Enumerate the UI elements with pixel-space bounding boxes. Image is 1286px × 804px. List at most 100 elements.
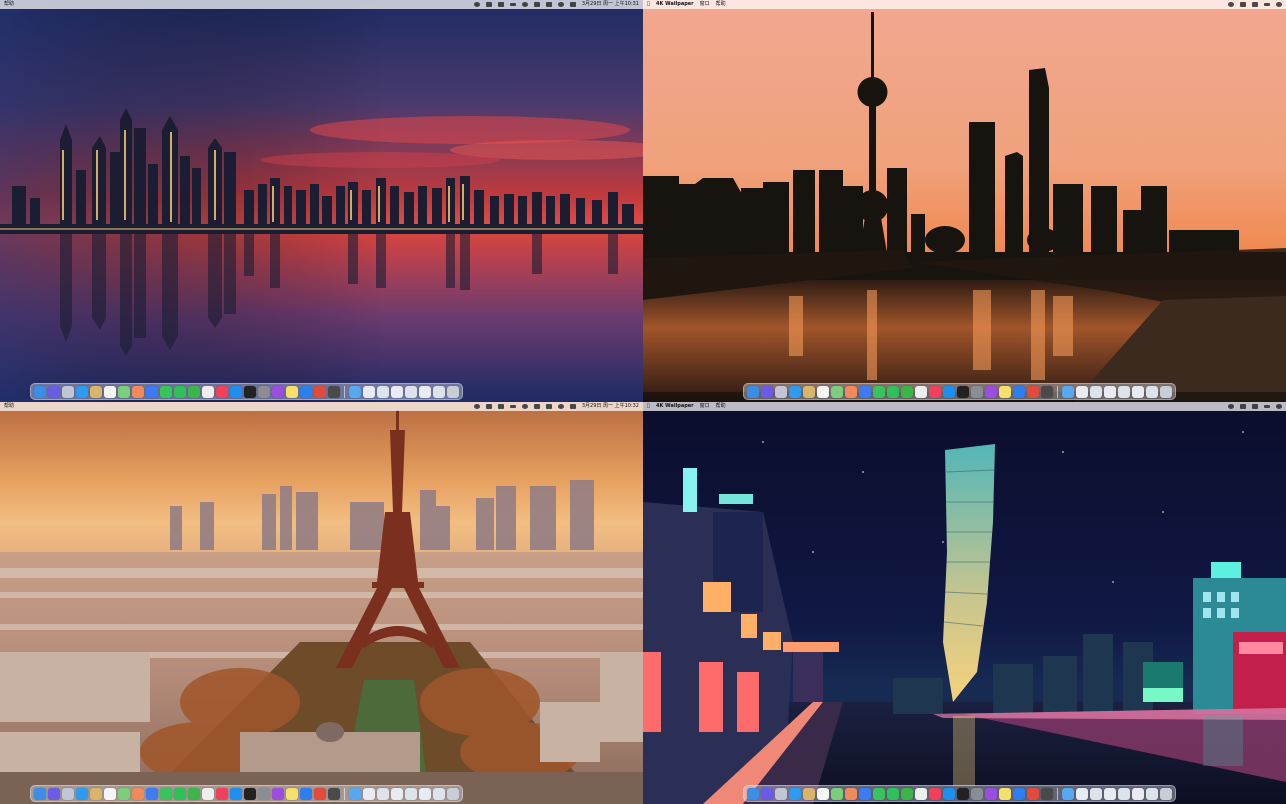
window-thumb-icon[interactable] bbox=[1104, 787, 1116, 800]
volume-icon[interactable] bbox=[1240, 404, 1246, 409]
settings-icon[interactable] bbox=[258, 385, 270, 398]
music-icon[interactable] bbox=[929, 787, 941, 800]
menu-window[interactable]: 窗口 bbox=[700, 0, 710, 9]
input-method-icon[interactable] bbox=[497, 2, 504, 7]
window-thumb-icon[interactable] bbox=[1076, 787, 1088, 800]
podcasts-icon[interactable] bbox=[985, 385, 997, 398]
wifi-icon[interactable] bbox=[1264, 3, 1270, 6]
wifi-icon[interactable] bbox=[509, 3, 516, 6]
trash-icon[interactable] bbox=[1160, 787, 1172, 800]
mail-icon[interactable] bbox=[859, 787, 871, 800]
settings-icon[interactable] bbox=[258, 787, 270, 800]
user-icon[interactable] bbox=[521, 404, 528, 409]
xcode-icon[interactable] bbox=[300, 787, 312, 800]
menu-help[interactable]: 帮助 bbox=[4, 0, 14, 9]
window-thumb-icon[interactable] bbox=[1118, 787, 1130, 800]
reminders-icon[interactable] bbox=[915, 385, 927, 398]
search-icon[interactable] bbox=[557, 2, 564, 7]
window-thumb-icon[interactable] bbox=[1090, 787, 1102, 800]
input-method-icon[interactable] bbox=[1252, 2, 1258, 7]
battery-icon[interactable] bbox=[545, 404, 552, 409]
apple-menu-icon[interactable]:  bbox=[647, 0, 650, 9]
appletv-icon[interactable] bbox=[244, 385, 256, 398]
notification-icon[interactable] bbox=[569, 2, 576, 7]
wechat-icon[interactable] bbox=[901, 385, 913, 398]
mail-icon[interactable] bbox=[859, 385, 871, 398]
window-thumb-icon[interactable] bbox=[391, 787, 403, 800]
battery-icon[interactable] bbox=[545, 2, 552, 7]
wifi-icon[interactable] bbox=[509, 405, 516, 408]
finder-icon[interactable] bbox=[747, 385, 759, 398]
window-thumb-icon[interactable] bbox=[1076, 385, 1088, 398]
mail-icon[interactable] bbox=[146, 787, 158, 800]
status-record-icon[interactable] bbox=[1228, 404, 1234, 409]
terminal-icon[interactable] bbox=[1041, 385, 1053, 398]
window-thumb-icon[interactable] bbox=[377, 787, 389, 800]
appstore-icon[interactable] bbox=[230, 385, 242, 398]
notes-icon[interactable] bbox=[999, 787, 1011, 800]
siri-icon[interactable] bbox=[48, 385, 60, 398]
control-center-icon[interactable] bbox=[533, 404, 540, 409]
volume-icon[interactable] bbox=[485, 2, 492, 7]
trash-icon[interactable] bbox=[447, 385, 459, 398]
appstore-icon[interactable] bbox=[943, 385, 955, 398]
chrome-icon[interactable] bbox=[314, 787, 326, 800]
finder-icon[interactable] bbox=[747, 787, 759, 800]
safari-icon[interactable] bbox=[789, 787, 801, 800]
downloads-folder-icon[interactable] bbox=[349, 787, 361, 800]
status-record-icon[interactable] bbox=[1228, 2, 1234, 7]
menu-app-name[interactable]: 4K Wallpaper bbox=[656, 0, 694, 9]
maps-icon[interactable] bbox=[118, 787, 130, 800]
reminders-icon[interactable] bbox=[915, 787, 927, 800]
menu-help[interactable]: 帮助 bbox=[4, 402, 14, 411]
user-icon[interactable] bbox=[1276, 2, 1282, 7]
window-thumb-icon[interactable] bbox=[363, 385, 375, 398]
finder-icon[interactable] bbox=[34, 787, 46, 800]
music-icon[interactable] bbox=[929, 385, 941, 398]
window-thumb-icon[interactable] bbox=[433, 787, 445, 800]
safari-icon[interactable] bbox=[76, 385, 88, 398]
mail-icon[interactable] bbox=[146, 385, 158, 398]
downloads-folder-icon[interactable] bbox=[349, 385, 361, 398]
chrome-icon[interactable] bbox=[314, 385, 326, 398]
calendar-icon[interactable] bbox=[817, 385, 829, 398]
messages-icon[interactable] bbox=[160, 385, 172, 398]
window-thumb-icon[interactable] bbox=[1132, 787, 1144, 800]
menu-app-name[interactable]: 4K Wallpaper bbox=[656, 402, 694, 411]
appletv-icon[interactable] bbox=[957, 385, 969, 398]
safari-icon[interactable] bbox=[76, 787, 88, 800]
window-thumb-icon[interactable] bbox=[1104, 385, 1116, 398]
notes-yellow-icon[interactable] bbox=[90, 385, 102, 398]
music-icon[interactable] bbox=[216, 385, 228, 398]
xcode-icon[interactable] bbox=[300, 385, 312, 398]
photos-icon[interactable] bbox=[132, 385, 144, 398]
volume-icon[interactable] bbox=[485, 404, 492, 409]
menu-help[interactable]: 帮助 bbox=[716, 0, 726, 9]
user-icon[interactable] bbox=[521, 2, 528, 7]
terminal-icon[interactable] bbox=[328, 385, 340, 398]
downloads-folder-icon[interactable] bbox=[1062, 787, 1074, 800]
music-icon[interactable] bbox=[216, 787, 228, 800]
maps-icon[interactable] bbox=[831, 787, 843, 800]
window-thumb-icon[interactable] bbox=[419, 787, 431, 800]
facetime-icon[interactable] bbox=[174, 787, 186, 800]
photos-icon[interactable] bbox=[845, 385, 857, 398]
reminders-icon[interactable] bbox=[202, 385, 214, 398]
siri-icon[interactable] bbox=[761, 385, 773, 398]
menu-help[interactable]: 帮助 bbox=[716, 402, 726, 411]
siri-icon[interactable] bbox=[48, 787, 60, 800]
input-method-icon[interactable] bbox=[497, 404, 504, 409]
window-thumb-icon[interactable] bbox=[405, 787, 417, 800]
status-record-icon[interactable] bbox=[473, 404, 480, 409]
launchpad-icon[interactable] bbox=[62, 787, 74, 800]
calendar-icon[interactable] bbox=[817, 787, 829, 800]
reminders-icon[interactable] bbox=[202, 787, 214, 800]
window-thumb-icon[interactable] bbox=[1132, 385, 1144, 398]
maps-icon[interactable] bbox=[831, 385, 843, 398]
window-thumb-icon[interactable] bbox=[405, 385, 417, 398]
trash-icon[interactable] bbox=[1160, 385, 1172, 398]
safari-icon[interactable] bbox=[789, 385, 801, 398]
messages-icon[interactable] bbox=[873, 787, 885, 800]
chrome-icon[interactable] bbox=[1027, 385, 1039, 398]
xcode-icon[interactable] bbox=[1013, 787, 1025, 800]
